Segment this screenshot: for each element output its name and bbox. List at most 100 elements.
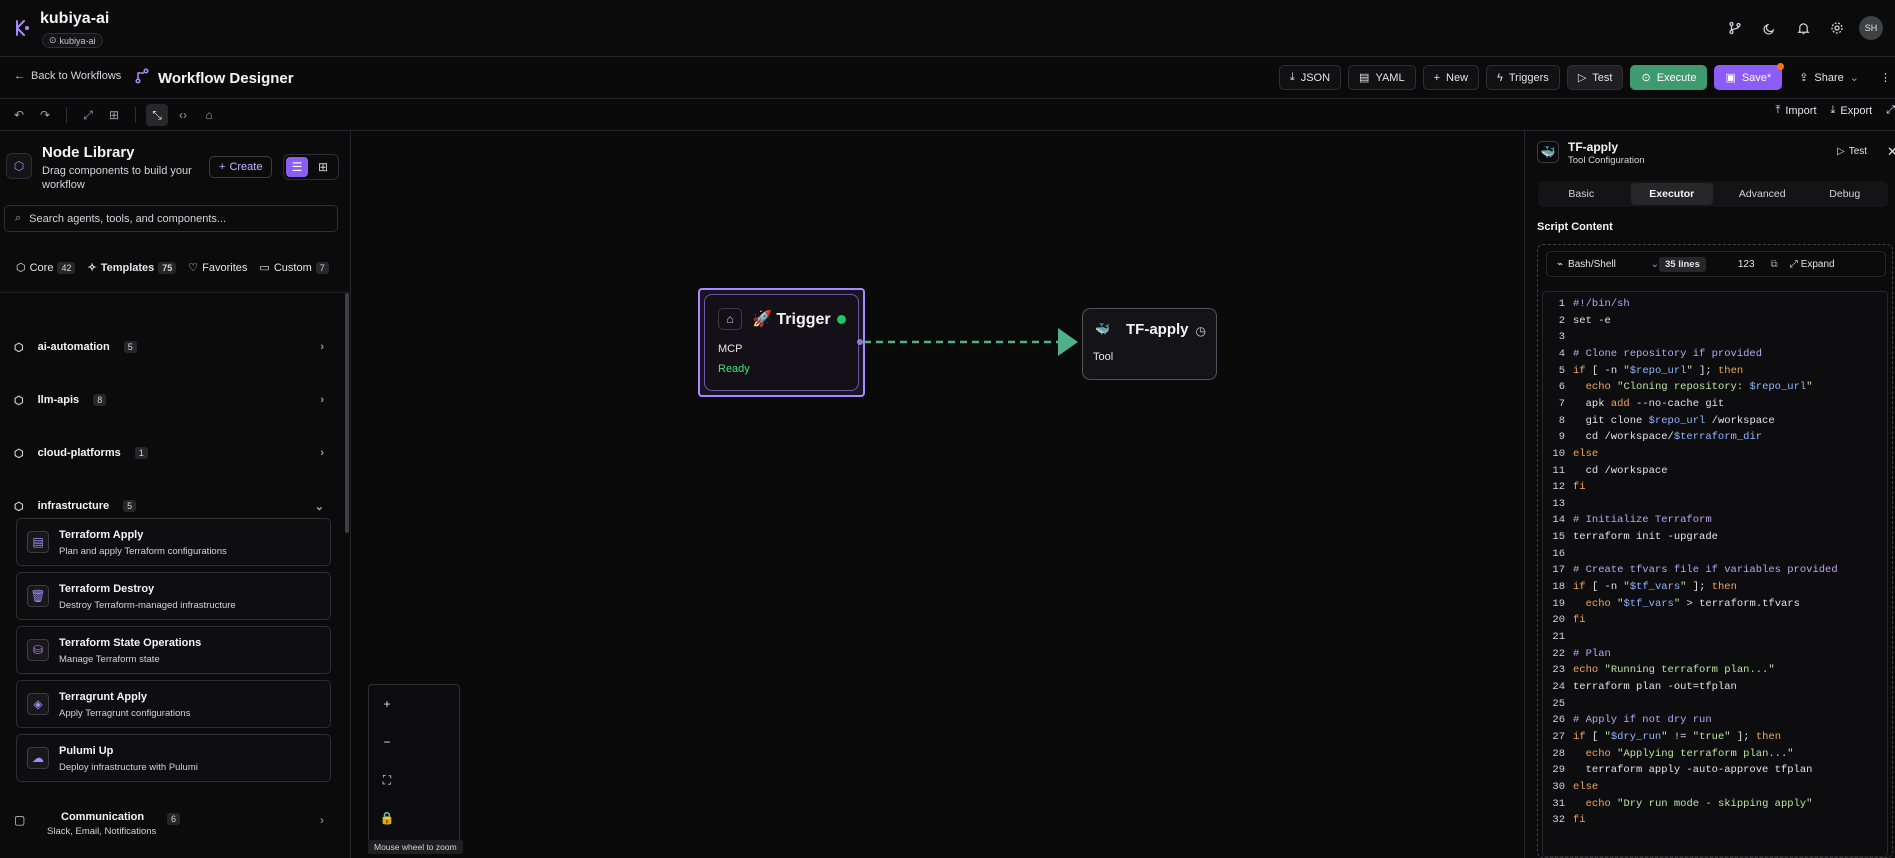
- settings-gear-icon[interactable]: [1825, 16, 1849, 40]
- sidebar-scrollbar[interactable]: [345, 293, 349, 533]
- fit-view-icon[interactable]: ⛶: [369, 761, 405, 799]
- tab-executor[interactable]: Executor: [1630, 183, 1713, 205]
- export-button[interactable]: ⤓ Export: [1831, 104, 1873, 117]
- json-button[interactable]: ⤓ JSON: [1278, 65, 1342, 90]
- code-text: fi: [1573, 481, 1586, 494]
- group-cloud-platforms[interactable]: ⬡ cloud-platforms 1 ›: [14, 433, 324, 473]
- code-line: 16: [1543, 548, 1573, 562]
- search-input[interactable]: [29, 212, 320, 225]
- line-number: 12: [1552, 481, 1565, 494]
- zoom-controls: + − ⛶ 🔒: [368, 684, 460, 842]
- terminal-icon: ⌁: [1557, 258, 1564, 270]
- bell-icon[interactable]: [1791, 16, 1815, 40]
- chevron-right-icon: ›: [320, 813, 324, 827]
- node-terraform-apply[interactable]: ▤ Terraform Apply Plan and apply Terrafo…: [16, 518, 331, 566]
- share-button[interactable]: ⇪ Share ⌄: [1789, 65, 1869, 90]
- node-config-panel: 🐳 TF-apply Tool Configuration ▷ Test ✕ Ba…: [1524, 131, 1895, 858]
- language-select[interactable]: ⌁ Bash/Shell ⌄: [1547, 259, 1659, 270]
- undo-icon[interactable]: ↶: [8, 104, 30, 126]
- group-ai-automation[interactable]: ⬡ ai-automation 5 ›: [14, 327, 324, 367]
- group-communication[interactable]: ▢ Communication 6 Slack, Email, Notifica…: [14, 803, 324, 843]
- tab-favorites[interactable]: ♡ Favorites: [188, 261, 247, 275]
- code-line: 25: [1543, 698, 1573, 712]
- clock-icon: ◷: [1195, 324, 1206, 338]
- node-terraform-destroy[interactable]: 🗑 Terraform Destroy Destroy Terraform-ma…: [16, 572, 331, 620]
- triggers-button[interactable]: ϟ Triggers: [1486, 65, 1560, 90]
- fit-view-icon[interactable]: ⤢: [77, 104, 99, 126]
- bot-icon[interactable]: ⌂: [198, 104, 220, 126]
- code-text: terraform plan -out=tfplan: [1573, 680, 1737, 693]
- panel-test-button[interactable]: ▷ Test: [1837, 146, 1867, 157]
- code-line: 6 echo "Cloning repository: $repo_url": [1543, 381, 1813, 395]
- lock-icon[interactable]: 🔒: [369, 799, 405, 837]
- expand-button[interactable]: ⤢ Expand: [1790, 259, 1835, 270]
- folder-icon: ▭: [259, 262, 270, 274]
- test-button[interactable]: ▷ Test: [1566, 65, 1624, 90]
- line-number: 30: [1552, 780, 1565, 793]
- code-editor: ⌁ Bash/Shell ⌄ 35 lines 123 ⧉ ⤢ Expand 1 #!/…: [1537, 244, 1893, 858]
- tab-core[interactable]: ⬡ Core 42: [16, 261, 76, 274]
- group-llm-apis[interactable]: ⬡ llm-apis 8 ›: [14, 380, 324, 420]
- line-number: 16: [1552, 547, 1565, 560]
- cloud-icon: ☁: [27, 747, 49, 769]
- plus-icon: +: [219, 161, 226, 173]
- list-view-icon[interactable]: ☰: [286, 157, 308, 177]
- line-numbers-toggle[interactable]: 123: [1738, 259, 1755, 270]
- line-number: 9: [1558, 431, 1565, 444]
- line-number: 10: [1552, 447, 1565, 460]
- script-textarea[interactable]: 1 #!/bin/sh 2 set -e 3 4 # Clone repository if…: [1542, 291, 1888, 857]
- execute-button[interactable]: ⊙ Execute: [1630, 65, 1708, 90]
- yaml-button[interactable]: ▤ YAML: [1348, 65, 1416, 90]
- user-avatar[interactable]: SH: [1859, 16, 1883, 40]
- redo-icon[interactable]: ↷: [34, 104, 56, 126]
- close-icon[interactable]: ✕: [1887, 144, 1895, 160]
- kubiya-logo-icon[interactable]: [12, 18, 32, 38]
- line-number: 17: [1552, 564, 1565, 577]
- workflow-canvas[interactable]: ⌂ 🚀 Trigger MCP Ready 🐳 TF-apply ◷ Tool …: [351, 131, 1524, 858]
- dark-mode-moon-icon[interactable]: [1757, 16, 1781, 40]
- code-icon[interactable]: ‹›: [172, 104, 194, 126]
- new-button[interactable]: + New: [1422, 65, 1480, 90]
- count-badge: 5: [123, 341, 137, 353]
- save-button[interactable]: ▣ Save*: [1714, 63, 1785, 90]
- back-to-workflows-link[interactable]: ← Back to Workflows: [14, 70, 121, 82]
- node-terragrunt-apply[interactable]: ◈ Terragrunt Apply Apply Terragrunt conf…: [16, 680, 331, 728]
- create-button[interactable]: + Create: [209, 156, 273, 178]
- trigger-output-handle[interactable]: [857, 339, 863, 345]
- line-number: 21: [1552, 631, 1565, 643]
- share-icon: ⇪: [1799, 72, 1809, 84]
- code-line: 4 # Clone repository if provided: [1543, 348, 1762, 362]
- zoom-out-icon[interactable]: −: [369, 723, 405, 761]
- arrow-left-icon: ←: [14, 70, 25, 82]
- tab-advanced[interactable]: Advanced: [1721, 183, 1804, 205]
- tool-node-tf-apply[interactable]: 🐳 TF-apply ◷ Tool: [1082, 308, 1217, 380]
- node-terraform-state-operations[interactable]: ⛁ Terraform State Operations Manage Terr…: [16, 626, 331, 674]
- import-button[interactable]: ⤒ Import: [1775, 104, 1816, 117]
- tab-custom[interactable]: ▭ Custom 7: [259, 261, 329, 274]
- count-badge: 1: [134, 447, 148, 459]
- copy-icon[interactable]: ⧉: [1771, 259, 1778, 270]
- git-branch-icon[interactable]: [1723, 16, 1747, 40]
- line-number: 19: [1552, 597, 1565, 610]
- minimize-icon[interactable]: ⤡: [146, 104, 168, 126]
- tab-basic[interactable]: Basic: [1540, 183, 1623, 205]
- zoom-in-icon[interactable]: +: [369, 685, 405, 723]
- workflow-icon: [134, 68, 150, 88]
- tab-templates[interactable]: ✧ Templates 75: [87, 261, 177, 274]
- fullscreen-icon[interactable]: ⤢: [1886, 104, 1895, 117]
- code-line: 8 git clone $repo_url /workspace: [1543, 415, 1775, 429]
- panel-subtitle: Tool Configuration: [1568, 155, 1645, 166]
- code-text: cd /workspace: [1573, 464, 1668, 477]
- org-badge[interactable]: ⊙ kubiya-ai: [42, 33, 103, 48]
- sparkle-icon: ✧: [87, 262, 97, 274]
- trash-icon: 🗑: [27, 585, 49, 607]
- panel-title: TF-apply: [1568, 140, 1618, 154]
- grid-icon[interactable]: ⊞: [103, 104, 125, 126]
- toolbar-divider: [66, 107, 67, 123]
- tab-debug[interactable]: Debug: [1804, 183, 1887, 205]
- grid-view-icon[interactable]: ⊞: [312, 157, 334, 177]
- more-vertical-icon[interactable]: ⋮: [1876, 65, 1895, 90]
- node-pulumi-up[interactable]: ☁ Pulumi Up Deploy infrastructure with P…: [16, 734, 331, 782]
- line-number: 24: [1552, 680, 1565, 693]
- code-line: 15 terraform init -upgrade: [1543, 531, 1718, 545]
